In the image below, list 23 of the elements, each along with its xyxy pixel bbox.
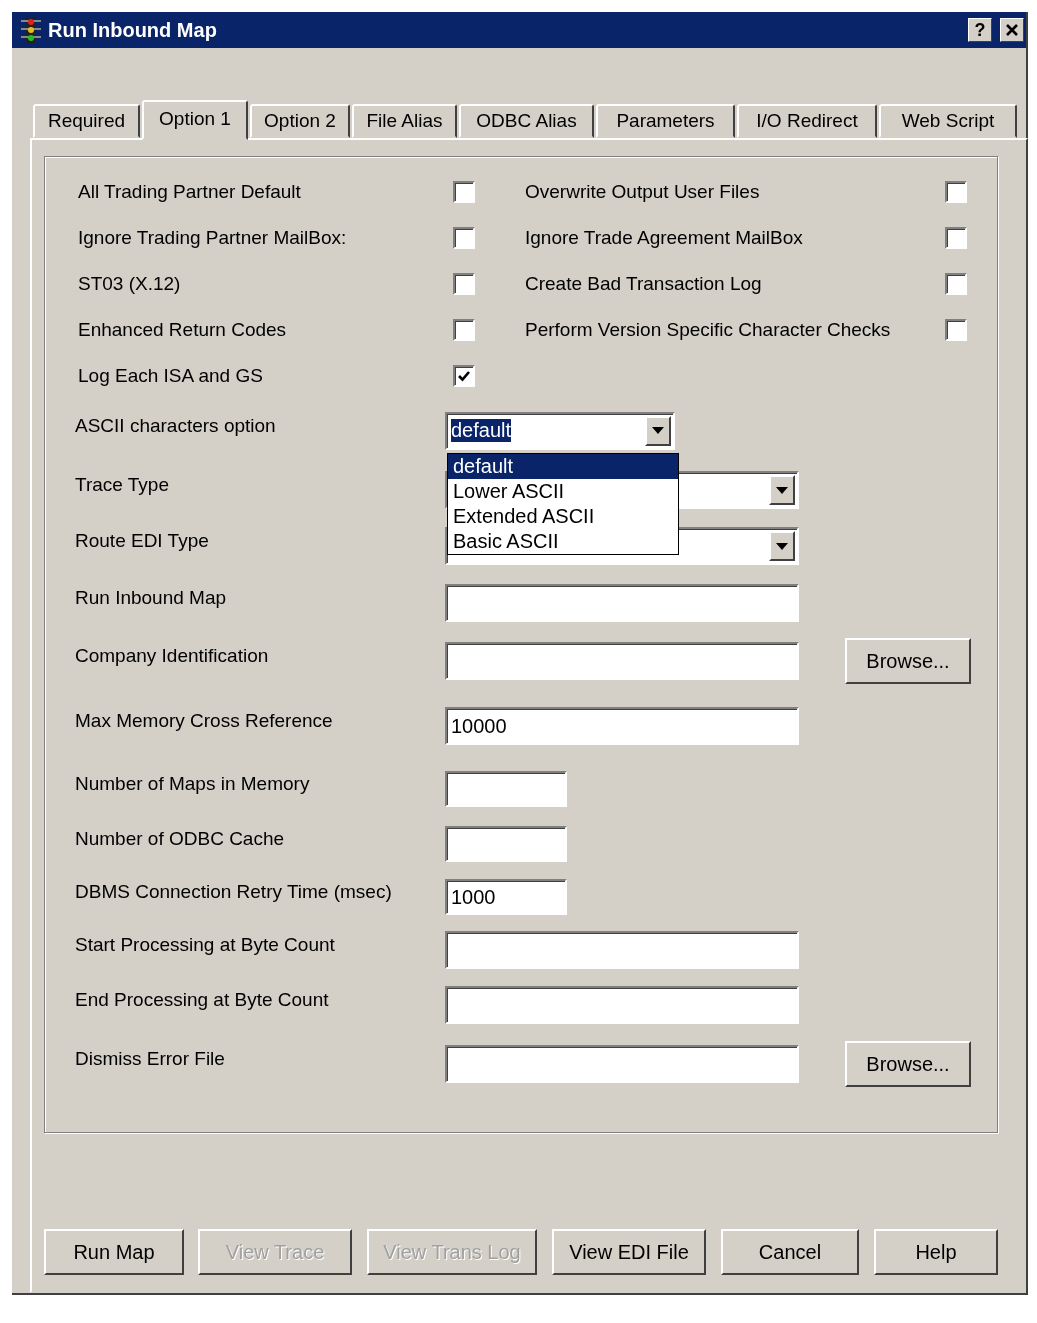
field-label: ASCII characters option — [75, 414, 277, 437]
field-label: End Processing at Byte Count — [75, 989, 330, 1011]
field-label: Max Memory Cross Reference — [75, 710, 334, 732]
checkbox-label: Ignore Trading Partner MailBox: — [78, 227, 348, 249]
window-title: Run Inbound Map — [48, 18, 218, 42]
field-label: Number of Maps in Memory — [75, 772, 311, 795]
checkbox-label: Enhanced Return Codes — [78, 319, 288, 341]
checkbox-label: All Trading Partner Default — [78, 181, 302, 203]
checkbox-label: Create Bad Transaction Log — [525, 273, 763, 295]
field-label: DBMS Connection Retry Time (msec) — [75, 881, 393, 903]
checkbox-label: Perform Version Specific Character Checks — [525, 319, 892, 341]
field-label: Route EDI Type — [75, 530, 210, 552]
selected-value: default — [451, 419, 512, 442]
field-label: Trace Type — [75, 474, 170, 496]
field-label: Run Inbound Map — [75, 586, 228, 609]
checkbox-label: ST03 (X.12) — [78, 273, 182, 295]
field-label: Start Processing at Byte Count — [75, 934, 336, 956]
field-label: Company Identification — [75, 645, 270, 667]
checkbox-label: Overwrite Output User Files — [525, 181, 761, 203]
checkbox-label: Log Each ISA and GS — [78, 365, 264, 387]
checkbox-label: Ignore Trade Agreement MailBox — [525, 227, 804, 249]
field-label: Number of ODBC Cache — [75, 827, 286, 850]
field-label: Dismiss Error File — [75, 1048, 226, 1070]
